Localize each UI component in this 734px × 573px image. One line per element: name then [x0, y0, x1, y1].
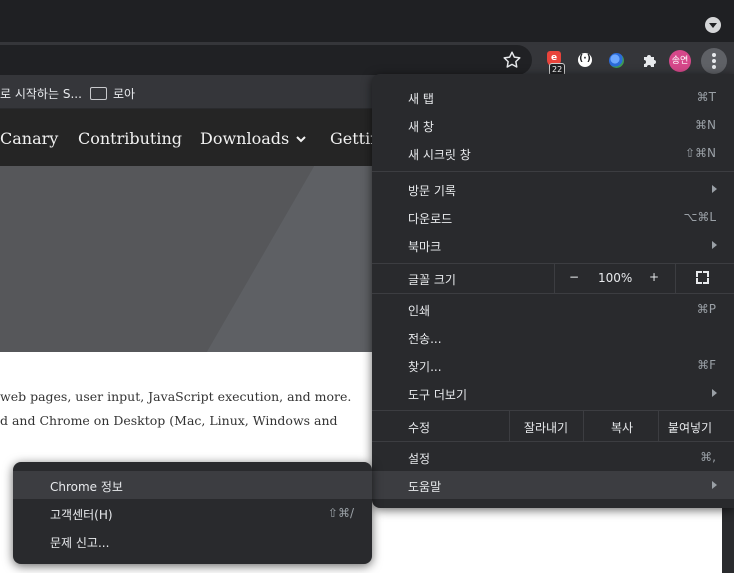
menu-item-print[interactable]: 인쇄 ⌘P	[372, 295, 734, 323]
menu-item-shortcut: ⌘N	[695, 118, 716, 132]
folder-icon	[90, 87, 107, 100]
menu-item-help[interactable]: 도움말	[372, 471, 734, 499]
menu-edit-row: 수정 잘라내기 복사 붙여넣기	[372, 411, 734, 441]
menu-item-shortcut: ⌘,	[700, 450, 716, 464]
submenu-item-about-chrome[interactable]: Chrome 정보	[13, 471, 372, 499]
help-submenu: Chrome 정보 고객센터(H) ⇧⌘/ 문제 신고...	[13, 462, 372, 564]
profile-avatar[interactable]: 송연	[669, 50, 691, 72]
bookmark-folder[interactable]: 로아	[90, 85, 135, 102]
submenu-arrow-icon	[712, 185, 717, 193]
body-text-line: d and Chrome on Desktop (Mac, Linux, Win…	[0, 413, 338, 428]
page-body-text: web pages, user input, JavaScript execut…	[0, 385, 351, 433]
chrome-menu: 새 탭 ⌘T 새 창 ⌘N 새 시크릿 창 ⇧⌘N 방문 기록 다운로드 ⌥⌘L…	[372, 74, 734, 508]
dots-extension-icon[interactable]: (·)	[576, 51, 596, 71]
menu-item-label: 도구 더보기	[408, 388, 468, 402]
bookmark-item[interactable]: 로 시작하는 S...	[0, 85, 82, 102]
nav-link-downloads[interactable]: Downloads	[200, 129, 307, 148]
menu-item-settings[interactable]: 설정 ⌘,	[372, 443, 734, 471]
menu-separator	[372, 441, 734, 442]
submenu-item-label: 문제 신고...	[50, 536, 110, 550]
menu-item-downloads[interactable]: 다운로드 ⌥⌘L	[372, 203, 734, 231]
menu-item-label: 전송...	[408, 332, 442, 346]
zoom-label: 글꼴 크기	[408, 273, 456, 287]
menu-zoom-row: 글꼴 크기 − 100% +	[372, 263, 734, 293]
nav-link-downloads-label: Downloads	[200, 129, 290, 148]
menu-item-history[interactable]: 방문 기록	[372, 175, 734, 203]
tab-strip	[0, 0, 734, 42]
submenu-item-report-issue[interactable]: 문제 신고...	[13, 527, 372, 555]
submenu-item-label: Chrome 정보	[50, 480, 123, 494]
submenu-arrow-icon	[712, 481, 717, 489]
puzzle-icon[interactable]	[640, 51, 660, 71]
submenu-arrow-icon	[712, 389, 717, 397]
menu-item-label: 새 시크릿 창	[408, 148, 471, 162]
submenu-arrow-icon	[712, 241, 717, 249]
menu-item-bookmarks[interactable]: 북마크	[372, 231, 734, 259]
menu-item-label: 방문 기록	[408, 184, 456, 198]
menu-item-shortcut: ⌘P	[696, 302, 716, 316]
menu-item-shortcut: ⇧⌘N	[684, 146, 716, 160]
menu-item-shortcut: ⌘T	[696, 90, 716, 104]
menu-separator	[372, 171, 734, 172]
menu-item-find[interactable]: 찾기... ⌘F	[372, 351, 734, 379]
shield-extension-icon[interactable]: e 22	[544, 51, 566, 76]
menu-separator	[372, 293, 734, 294]
edit-label: 수정	[408, 421, 431, 435]
menu-item-label: 새 탭	[408, 92, 434, 106]
menu-item-label: 북마크	[408, 240, 442, 254]
more-options-kebab-icon[interactable]	[701, 48, 727, 74]
fullscreen-icon[interactable]	[696, 271, 709, 284]
chevron-down-icon	[296, 136, 306, 143]
body-text-line: web pages, user input, JavaScript execut…	[0, 389, 352, 404]
menu-item-new-window[interactable]: 새 창 ⌘N	[372, 111, 734, 139]
menu-item-cast[interactable]: 전송...	[372, 323, 734, 351]
menu-item-label: 새 창	[408, 120, 434, 134]
cut-button[interactable]: 잘라내기	[518, 419, 574, 436]
menu-item-new-tab[interactable]: 새 탭 ⌘T	[372, 83, 734, 111]
menu-item-label: 인쇄	[408, 304, 431, 318]
nav-link-contributing[interactable]: Contributing	[78, 129, 182, 148]
zoom-level: 100%	[598, 271, 633, 285]
menu-item-label: 찾기...	[408, 360, 442, 374]
zoom-in-button[interactable]: +	[649, 270, 659, 284]
paste-button[interactable]: 붙여넣기	[659, 419, 721, 436]
submenu-item-shortcut: ⇧⌘/	[327, 506, 354, 520]
globe-extension-icon[interactable]	[607, 51, 627, 71]
submenu-item-help-center[interactable]: 고객센터(H) ⇧⌘/	[13, 499, 372, 527]
menu-item-new-incognito-window[interactable]: 새 시크릿 창 ⇧⌘N	[372, 139, 734, 167]
bookmark-star-icon[interactable]	[501, 49, 523, 71]
menu-item-label: 도움말	[408, 480, 442, 494]
menu-item-shortcut: ⌥⌘L	[683, 210, 716, 224]
menu-item-label: 다운로드	[408, 212, 453, 226]
tab-search-chevron-down-icon[interactable]	[705, 17, 721, 33]
zoom-out-button[interactable]: −	[569, 270, 579, 284]
address-bar[interactable]	[0, 45, 532, 75]
copy-button[interactable]: 복사	[592, 419, 652, 436]
toolbar: e 22 (·) 송연	[0, 42, 734, 78]
submenu-item-label: 고객센터(H)	[50, 508, 113, 522]
menu-item-label: 설정	[408, 452, 431, 466]
nav-link-canary[interactable]: Canary	[0, 129, 58, 148]
menu-item-shortcut: ⌘F	[697, 358, 716, 372]
bookmark-folder-label: 로아	[113, 87, 136, 101]
menu-item-more-tools[interactable]: 도구 더보기	[372, 379, 734, 407]
